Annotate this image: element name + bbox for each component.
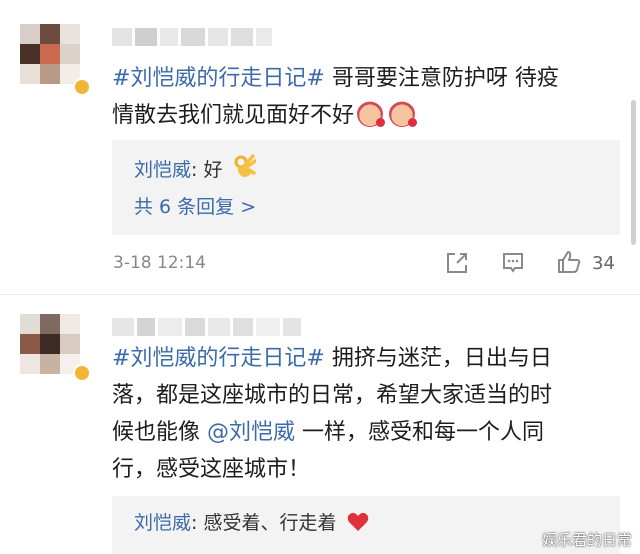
comment-icon bbox=[503, 253, 523, 273]
mention-link[interactable]: @刘恺威 bbox=[207, 420, 295, 445]
vip-badge-icon bbox=[73, 364, 91, 382]
comment-text: #刘恺威的行走日记# 拥挤与迷茫，日出与日 落，都是这座城市的日常，希望大家适当… bbox=[112, 340, 617, 488]
share-button[interactable] bbox=[445, 251, 469, 275]
divider bbox=[0, 294, 640, 295]
thumbs-up-icon bbox=[558, 251, 581, 273]
reply-author-link[interactable]: 刘恺威 bbox=[134, 512, 191, 534]
vip-badge-icon bbox=[73, 78, 91, 96]
timestamp: 3-18 12:14 bbox=[113, 253, 206, 273]
text-line: #刘恺威的行走日记# 哥哥要注意防护呀 待疫 bbox=[112, 60, 617, 97]
comment-1: #刘恺威的行走日记# 哥哥要注意防护呀 待疫 情散去我们就见面好不好 刘恺威: … bbox=[0, 0, 640, 295]
topic-link[interactable]: #刘恺威的行走日记# bbox=[112, 66, 325, 91]
watermark: 娱乐君的日常 bbox=[541, 531, 632, 549]
comment-text-part: 哥哥要注意防护呀 待疫 bbox=[324, 66, 559, 91]
text-line: 候也能像 @刘恺威 一样，感受和每一个人同 bbox=[112, 414, 617, 451]
reply-line: 刘恺威: 感受着、行走着 bbox=[134, 510, 369, 536]
ok-hand-icon bbox=[234, 154, 256, 177]
avatar[interactable] bbox=[20, 314, 80, 374]
like-button[interactable] bbox=[556, 249, 582, 275]
text-line: #刘恺威的行走日记# 拥挤与迷茫，日出与日 bbox=[112, 340, 617, 377]
comment-button[interactable] bbox=[501, 251, 525, 275]
reply-box[interactable]: 刘恺威: 好 共 6 条回复 > bbox=[112, 140, 620, 235]
comment-2: #刘恺威的行走日记# 拥挤与迷茫，日出与日 落，都是这座城市的日常，希望大家适当… bbox=[0, 296, 640, 554]
comment-text-part: 落，都是这座城市的日常，希望大家适当的时 bbox=[112, 383, 553, 408]
comment-text-part: 情散去我们就见面好不好 bbox=[112, 103, 355, 128]
comment-text-part: 行，感受这座城市！ bbox=[112, 457, 311, 482]
reply-author-link[interactable]: 刘恺威 bbox=[134, 159, 191, 181]
scrollbar[interactable] bbox=[631, 100, 636, 245]
username-blurred[interactable] bbox=[112, 318, 301, 336]
comment-text: #刘恺威的行走日记# 哥哥要注意防护呀 待疫 情散去我们就见面好不好 bbox=[112, 60, 617, 134]
reply-text: 感受着、行走着 bbox=[197, 512, 337, 534]
reply-text: 好 bbox=[197, 159, 223, 181]
text-line: 情散去我们就见面好不好 bbox=[112, 97, 617, 134]
like-count: 34 bbox=[592, 253, 615, 274]
comment-text-part: 一样，感受和每一个人同 bbox=[295, 420, 545, 445]
topic-link[interactable]: #刘恺威的行走日记# bbox=[112, 346, 325, 371]
reply-line: 刘恺威: 好 bbox=[134, 153, 256, 183]
pig-sticker-icon bbox=[389, 101, 418, 127]
comment-text-part: 候也能像 bbox=[112, 420, 207, 445]
more-replies-link[interactable]: 共 6 条回复 > bbox=[134, 194, 256, 220]
pig-sticker-icon bbox=[357, 101, 386, 127]
text-line: 行，感受这座城市！ bbox=[112, 451, 617, 488]
text-line: 落，都是这座城市的日常，希望大家适当的时 bbox=[112, 377, 617, 414]
red-heart-icon bbox=[347, 512, 368, 531]
comment-text-part: 拥挤与迷茫，日出与日 bbox=[324, 346, 552, 371]
avatar[interactable] bbox=[20, 24, 80, 84]
share-icon bbox=[447, 253, 467, 273]
username-blurred[interactable] bbox=[112, 28, 272, 46]
